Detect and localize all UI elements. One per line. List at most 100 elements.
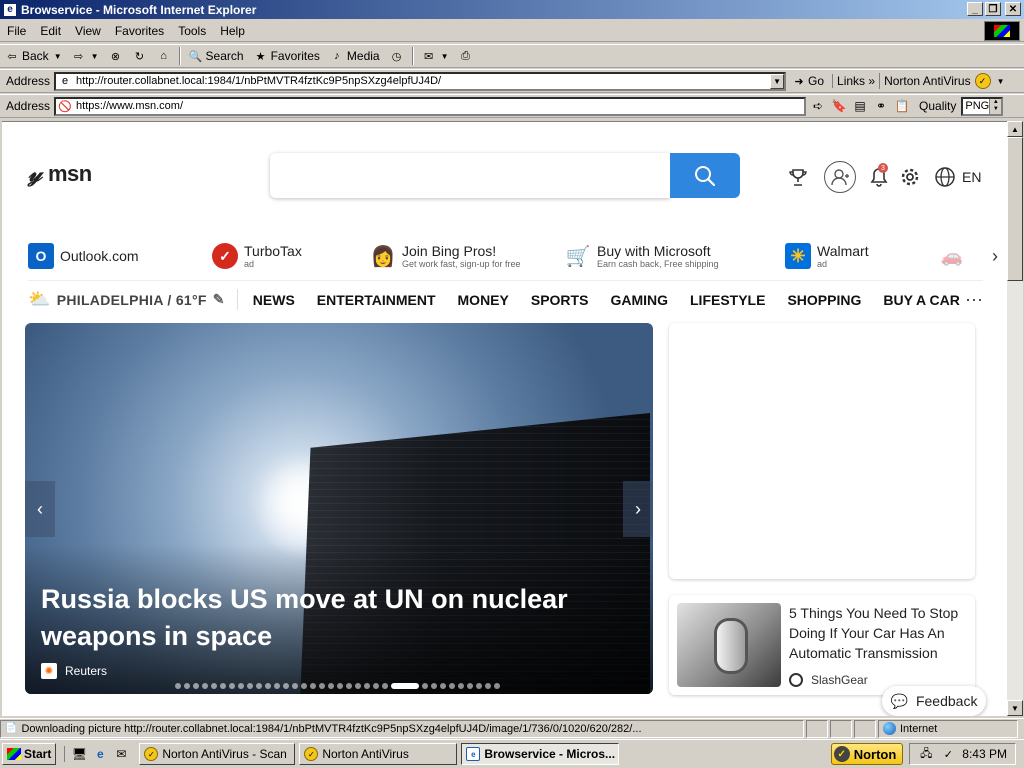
forward-button[interactable]: ⇨ ▼ [67,45,104,67]
clipboard-icon[interactable]: 📋 [893,97,911,115]
nav-gaming[interactable]: GAMING [599,292,679,308]
rewards-trophy-icon[interactable] [788,167,808,187]
nav-entertainment[interactable]: ENTERTAINMENT [306,292,447,308]
carousel-dot[interactable] [202,683,208,689]
menu-help[interactable]: Help [213,24,252,38]
scroll-thumb[interactable] [1007,137,1023,281]
vertical-scrollbar[interactable]: ▲ ▼ [1007,121,1023,716]
carousel-dot[interactable] [422,683,428,689]
carousel-dot[interactable] [265,683,271,689]
profile-avatar-icon[interactable] [824,161,856,193]
clock[interactable]: 8:43 PM [962,747,1007,761]
scroll-down-arrow-icon[interactable]: ▼ [1007,700,1023,716]
msn-logo[interactable]: 𝓎 msn [28,160,92,188]
go-button[interactable]: ➜ Go [786,74,830,88]
forward-dropdown-icon[interactable]: ▼ [91,52,99,61]
quality-spinner[interactable]: ▲ ▼ [989,98,1002,114]
carousel-dot[interactable] [364,683,370,689]
ie-app-icon[interactable]: e [3,2,17,17]
carousel-dot[interactable] [337,683,343,689]
norton-toolbar[interactable]: Norton AntiVirus ✓ ▼ [879,73,1005,89]
carousel-dot[interactable] [220,683,226,689]
go-forward-icon[interactable]: ➪ [809,97,827,115]
print-button[interactable]: ⎙ [454,45,478,67]
links-toolbar[interactable]: Links » [832,74,879,88]
side-article-card[interactable]: 5 Things You Need To Stop Doing If Your … [669,595,975,695]
bookmarks-list-icon[interactable]: ▤ [851,97,869,115]
hero-headline[interactable]: Russia blocks US move at UN on nuclear w… [41,581,601,655]
carousel-dot[interactable] [310,683,316,689]
home-button[interactable]: ⌂ [152,45,176,67]
settings-gear-icon[interactable] [900,167,920,187]
bookmark-icon[interactable]: 🔖 [830,97,848,115]
address-dropdown-button[interactable]: ▼ [770,73,785,89]
task-norton-antivirus[interactable]: ✓ Norton AntiVirus [299,743,458,765]
carousel-dot[interactable] [476,683,482,689]
show-desktop-icon[interactable]: 🖥 [71,746,87,762]
language-selector[interactable]: EN [934,166,981,188]
msn-search-button[interactable] [670,153,740,198]
carousel-dot[interactable] [449,683,455,689]
edit-pencil-icon[interactable]: ✎ [213,291,225,308]
quicklink-outlook[interactable]: O Outlook.com [28,235,139,277]
carousel-dot[interactable] [458,683,464,689]
weather-widget[interactable]: ⛅ PHILADELPHIA / 61°F ✎ [28,289,238,310]
carousel-dot[interactable] [184,683,190,689]
minimize-button[interactable]: _ [967,2,983,16]
ie-launch-icon[interactable]: e [92,746,108,762]
carousel-dot[interactable] [494,683,500,689]
carousel-dot[interactable] [247,683,253,689]
carousel-dot[interactable] [391,683,419,689]
nav-lifestyle[interactable]: LIFESTYLE [679,292,776,308]
quicklink-bing-pros[interactable]: 👩 Join Bing Pros! Get work fast, sign-up… [370,235,521,277]
quicklink-walmart[interactable]: ✳ Walmart ad [785,235,869,277]
media-button[interactable]: ♪ Media [325,45,385,67]
hero-carousel[interactable]: Russia blocks US move at UN on nuclear w… [25,323,653,694]
search-button[interactable]: 🔍 Search [184,45,249,67]
stop-button[interactable]: ⊗ [104,45,128,67]
find-icon[interactable]: ⚭ [872,97,890,115]
carousel-dot[interactable] [440,683,446,689]
carousel-dot[interactable] [256,683,262,689]
nav-shopping[interactable]: SHOPPING [776,292,872,308]
carousel-dot[interactable] [292,683,298,689]
norton-tray-button[interactable]: ✓ Norton [830,743,904,765]
start-button[interactable]: Start [2,743,57,765]
carousel-dot[interactable] [211,683,217,689]
browservice-url-input[interactable]: 🚫 https://www.msn.com/ [54,96,807,116]
carousel-dot[interactable] [467,683,473,689]
nav-buy-a-car[interactable]: BUY A CAR [872,292,971,308]
carousel-dot[interactable] [238,683,244,689]
quicklink-buy-with-microsoft[interactable]: 🛒 Buy with Microsoft Earn cash back, Fre… [565,235,719,277]
carousel-dot[interactable] [175,683,181,689]
norton-dropdown-icon[interactable]: ▼ [997,77,1005,86]
carousel-next-arrow-icon[interactable]: › [623,481,653,537]
nav-money[interactable]: MONEY [447,292,520,308]
carousel-dot[interactable] [229,683,235,689]
task-norton-scan[interactable]: ✓ Norton AntiVirus - Scan [139,743,296,765]
mail-dropdown-icon[interactable]: ▼ [441,52,449,61]
hero-source[interactable]: ✺ Reuters [41,663,107,679]
side-article-source[interactable]: SlashGear [789,673,868,687]
menu-file[interactable]: File [0,24,33,38]
scroll-up-arrow-icon[interactable]: ▲ [1007,121,1023,137]
msn-search-input[interactable] [270,153,670,198]
back-button[interactable]: ⇦ Back ▼ [0,45,67,67]
address-input[interactable]: e http://router.collabnet.local:1984/1/n… [54,71,787,91]
quicklink-partial[interactable]: 🚗 [939,235,965,277]
quality-selector[interactable]: PNG ▲ ▼ [961,96,1004,116]
quicklinks-next-chevron-icon[interactable]: › [992,246,998,267]
carousel-dot[interactable] [485,683,491,689]
carousel-dot[interactable] [319,683,325,689]
menu-edit[interactable]: Edit [33,24,68,38]
refresh-button[interactable]: ↻ [128,45,152,67]
outlook-express-icon[interactable]: ✉ [113,746,129,762]
carousel-prev-arrow-icon[interactable]: ‹ [25,481,55,537]
carousel-dot[interactable] [382,683,388,689]
carousel-dot[interactable] [283,683,289,689]
carousel-dot[interactable] [274,683,280,689]
menu-view[interactable]: View [68,24,108,38]
carousel-dot[interactable] [355,683,361,689]
close-button[interactable]: ✕ [1005,2,1021,16]
carousel-dot[interactable] [346,683,352,689]
